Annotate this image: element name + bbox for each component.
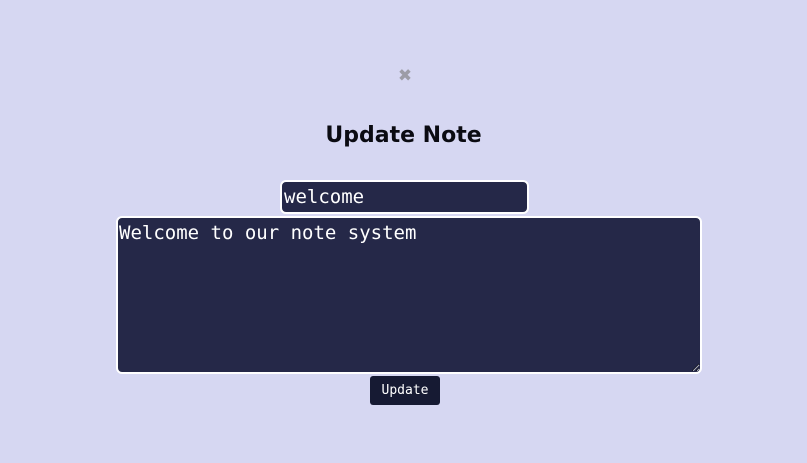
update-note-page: ✖ Update Note Welcome to our note system…	[0, 0, 807, 463]
note-body-textarea[interactable]: Welcome to our note system	[116, 216, 702, 374]
close-icon[interactable]: ✖	[394, 64, 416, 88]
note-title-input[interactable]	[280, 180, 529, 214]
update-button[interactable]: Update	[370, 376, 440, 405]
page-title: Update Note	[325, 123, 482, 148]
